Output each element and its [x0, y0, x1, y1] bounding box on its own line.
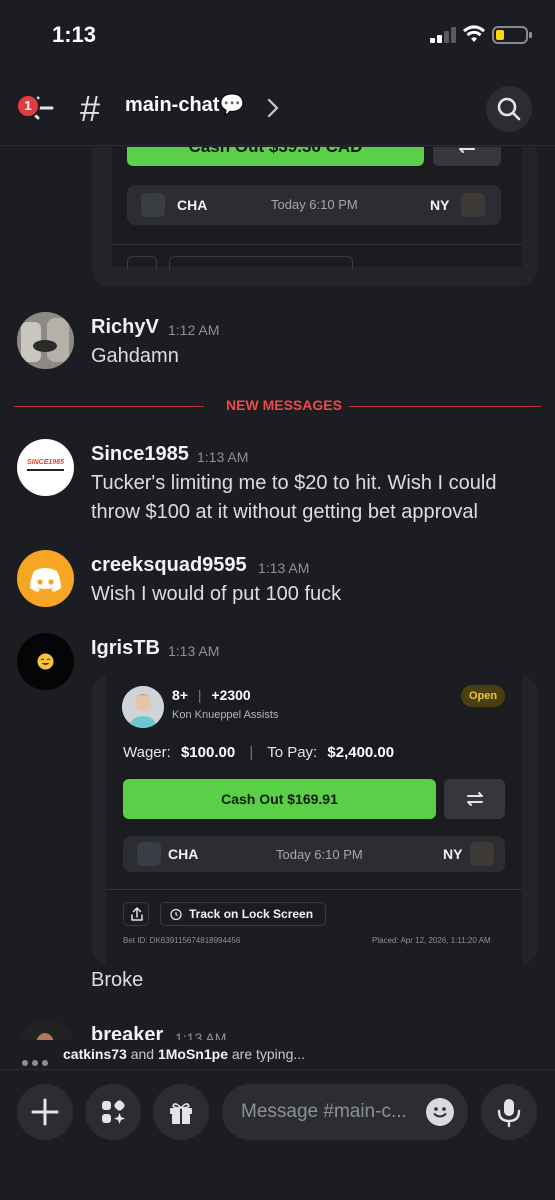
swap-button[interactable]	[433, 147, 501, 166]
cash-out-button[interactable]: Cash Out $39.36 CAD	[127, 147, 424, 166]
bet-odds: +2300	[211, 687, 251, 703]
to-pay-value: $2,400.00	[327, 744, 395, 761]
placed-time: Placed: Apr 12, 2026, 1:11:20 AM	[372, 936, 491, 945]
typing-and: and	[130, 1046, 155, 1062]
apps-icon	[102, 1100, 125, 1124]
add-attachment-button[interactable]	[17, 1084, 73, 1140]
typing-user: catkins73	[63, 1046, 127, 1062]
microphone-icon	[497, 1099, 521, 1128]
battery-icon	[492, 26, 532, 44]
message-text: Wish I would of put 100 fuck	[91, 583, 342, 605]
card-divider	[112, 244, 522, 245]
matchup-row: CHA Today 6:10 PM NY	[127, 185, 501, 225]
timestamp: 1:13 AM	[258, 560, 310, 576]
swap-button[interactable]	[444, 779, 505, 819]
timestamp: 1:13 AM	[168, 643, 220, 659]
game-time: Today 6:10 PM	[271, 197, 358, 212]
card-divider	[106, 889, 522, 890]
wifi-icon	[463, 25, 485, 42]
share-button[interactable]	[123, 902, 149, 926]
avatar[interactable]	[17, 1020, 74, 1040]
team-right: NY	[443, 846, 463, 862]
search-icon	[497, 97, 521, 121]
avatar[interactable]	[17, 550, 74, 607]
cash-out-button[interactable]: Cash Out $169.91	[123, 779, 436, 819]
card-actions-partial	[127, 256, 353, 270]
username[interactable]: IgrisTB	[91, 637, 160, 660]
typing-text: catkins73 and 1MoSn1pe are typing...	[63, 1046, 305, 1062]
emoji-icon[interactable]	[426, 1098, 454, 1126]
message-text: Broke	[91, 969, 144, 991]
team-right: NY	[430, 197, 450, 213]
message-input[interactable]: Message #main-c...	[222, 1084, 468, 1140]
username[interactable]: RichyV	[91, 316, 159, 339]
typing-user: 1MoSn1pe	[157, 1046, 228, 1062]
matchup-row: CHA Today 6:10 PM NY	[123, 836, 505, 872]
message-composer: Message #main-c...	[0, 1071, 555, 1200]
game-time: Today 6:10 PM	[276, 847, 363, 862]
typing-suffix: are typing...	[231, 1046, 306, 1062]
wager-row: Wager: $100.00 | To Pay: $2,400.00	[123, 744, 395, 761]
message-placeholder: Message #main-c...	[241, 1101, 407, 1122]
gift-icon	[170, 1103, 192, 1124]
timestamp: 1:12 AM	[168, 322, 220, 338]
timer-icon	[170, 908, 182, 921]
knicks-logo-icon	[461, 193, 485, 217]
message-list[interactable]: Cash Out $39.36 CAD CHA Today 6:10 PM NY	[0, 147, 555, 1040]
signal-icon	[430, 27, 456, 43]
bet-card-body: 8+ | +2300 Kon Knueppel Assists Open Wag…	[106, 675, 522, 965]
bet-id: Bet ID: DK639115674818994456	[123, 936, 241, 945]
plus-icon	[31, 1098, 59, 1126]
username[interactable]: Since1985	[91, 443, 189, 466]
status-bar: 1:13	[0, 0, 555, 70]
swap-icon	[459, 148, 475, 153]
bet-card-partial: Cash Out $39.36 CAD CHA Today 6:10 PM NY	[92, 147, 537, 287]
hornets-logo-icon	[141, 193, 165, 217]
team-left: CHA	[177, 197, 208, 213]
player-market: Kon Knueppel Assists	[172, 709, 279, 721]
laughing-emoji-icon	[37, 653, 54, 670]
new-messages-label: NEW MESSAGES	[226, 397, 342, 413]
avatar[interactable]	[17, 312, 74, 369]
wager-value: $100.00	[180, 744, 236, 761]
track-lock-screen-button[interactable]: Track on Lock Screen	[160, 902, 326, 926]
timestamp: 1:13 AM	[175, 1030, 227, 1040]
unread-badge: 1	[16, 94, 40, 118]
chevron-right-icon[interactable]	[266, 96, 280, 120]
status-time: 1:13	[52, 22, 97, 47]
hashtag-icon: #	[80, 88, 101, 129]
knicks-logo-icon	[470, 842, 494, 866]
avatar[interactable]	[17, 633, 74, 690]
timestamp: 1:13 AM	[197, 449, 249, 465]
swap-icon	[467, 792, 483, 806]
bet-card[interactable]: 8+ | +2300 Kon Knueppel Assists Open Wag…	[92, 675, 537, 965]
username[interactable]: creeksquad9595	[91, 554, 247, 577]
channel-title[interactable]: main-chat💬	[125, 92, 244, 117]
track-label: Track on Lock Screen	[189, 907, 314, 921]
avatar-logo-text: SINCE1985	[27, 459, 64, 466]
message-text: Tucker's limiting me to $20 to hit. Wish…	[91, 472, 497, 523]
search-button[interactable]	[486, 86, 532, 132]
gift-button[interactable]	[153, 1084, 209, 1140]
typing-indicator: catkins73 and 1MoSn1pe are typing...	[0, 1040, 555, 1070]
message-text: Gahdamn	[91, 345, 179, 367]
wager-label: Wager:	[123, 744, 171, 761]
channel-header: 1 # main-chat💬	[0, 70, 555, 146]
status-badge: Open	[461, 685, 505, 707]
username[interactable]: breaker	[91, 1024, 163, 1040]
voice-message-button[interactable]	[481, 1084, 537, 1140]
discord-logo-icon	[30, 568, 61, 592]
bet-line: 8+ | +2300	[172, 687, 251, 703]
to-pay-label: To Pay:	[267, 744, 318, 761]
avatar[interactable]: SINCE1985	[17, 439, 74, 496]
new-messages-divider: NEW MESSAGES	[14, 397, 541, 413]
apps-button[interactable]	[85, 1084, 141, 1140]
share-icon	[131, 907, 143, 921]
player-headshot	[122, 686, 164, 728]
typing-dots-icon	[22, 1053, 52, 1071]
hornets-logo-icon	[137, 842, 161, 866]
team-left: CHA	[168, 846, 199, 862]
bet-threshold: 8+	[172, 687, 188, 703]
